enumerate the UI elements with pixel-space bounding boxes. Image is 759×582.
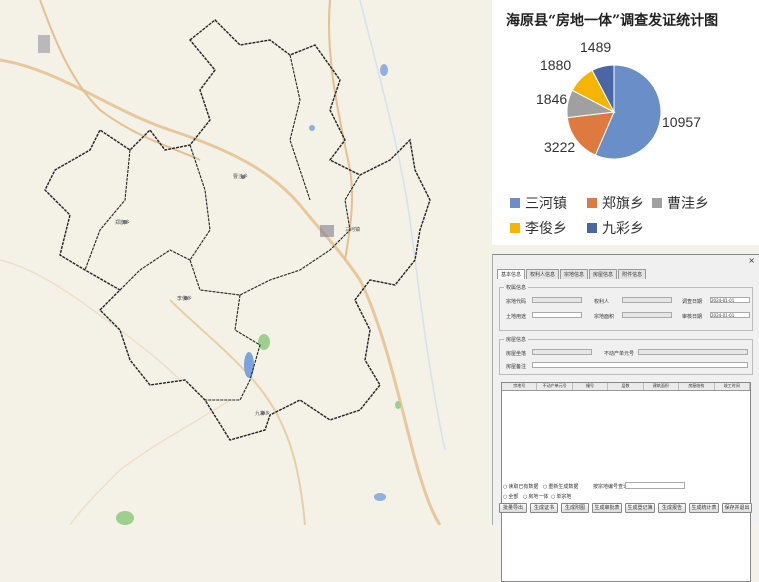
radio-regenerate[interactable]: 重新生成数据 (543, 483, 578, 490)
column-header: 不动产单元号 (537, 383, 573, 390)
column-header: 房屋结构 (679, 383, 715, 390)
legend-swatch (652, 198, 662, 208)
legend-label: 九彩乡 (602, 221, 644, 237)
legend-item: 三河镇 (510, 193, 567, 213)
field-label: 权利人 (594, 299, 610, 305)
field-label: 房屋坐落 (506, 351, 527, 357)
parcel-code-input[interactable] (532, 297, 582, 303)
field-label: 宗地面积 (594, 314, 615, 320)
tab-attachment[interactable]: 附件信息 (618, 269, 647, 279)
field-label: 调查日期 (682, 299, 703, 305)
radio-read-existing[interactable]: 读取已有数据 (503, 483, 538, 490)
column-header: 层数 (608, 383, 644, 390)
stats-button[interactable]: 生成统计表 (689, 503, 719, 513)
legend-item: 郑旗乡 (587, 193, 644, 213)
chart-panel: 海原县“房地一体”调查发证统计图 10957 3222 1846 1880 1489 三… (492, 0, 759, 245)
house-remark-input[interactable] (532, 362, 748, 368)
data-label: 1489 (580, 39, 611, 55)
field-label: 不动产单元号 (604, 351, 635, 357)
legend-label: 李俊乡 (525, 221, 567, 237)
legend-swatch (587, 198, 597, 208)
dialog-tabs: 基本信息 权利人信息 宗地信息 房屋信息 附件信息 (497, 269, 647, 279)
radio-integrated[interactable]: 房地一体 (523, 493, 548, 500)
map-label: 九彩乡 (255, 410, 270, 417)
legend-item: 李俊乡 (510, 218, 567, 238)
map-label: 曹洼乡 (233, 173, 248, 180)
column-header: 竣工时间 (715, 383, 750, 390)
column-header: 幢号 (573, 383, 609, 390)
field-label: 土地用途 (506, 314, 527, 320)
house-location-input[interactable] (532, 349, 592, 355)
register-button[interactable]: 生成登记簿 (625, 503, 655, 513)
legend-swatch (587, 223, 597, 233)
group-label: 权属信息 (504, 284, 529, 291)
close-icon[interactable]: × (748, 256, 755, 265)
field-label: 房屋备注 (506, 364, 527, 370)
data-dialog: × 基本信息 权利人信息 宗地信息 房屋信息 附件信息 权属信息 宗地代码 权利… (492, 254, 759, 582)
tab-house[interactable]: 房屋信息 (589, 269, 618, 279)
grid-header: 宗地号 不动产单元号 幢号 层数 建筑面积 房屋结构 竣工时间 (502, 383, 750, 391)
land-use-select[interactable] (532, 312, 582, 318)
parcel-area-input[interactable] (622, 312, 672, 318)
field-label: 审核日期 (682, 314, 703, 320)
map-label: 三河镇 (345, 226, 360, 233)
unit-number-input[interactable] (638, 349, 748, 355)
approval-button[interactable]: 生成审批表 (592, 503, 622, 513)
map-label: 郑旗乡 (115, 219, 130, 226)
export-button[interactable]: 批量导出 (499, 503, 527, 513)
search-label: 按宗地编号查询 (593, 484, 629, 490)
legend-item: 曹洼乡 (652, 193, 709, 213)
legend-label: 郑旗乡 (602, 196, 644, 212)
save-exit-button[interactable]: 保存并退出 (722, 503, 752, 513)
tab-owner[interactable]: 权利人信息 (526, 269, 560, 279)
legend-item: 九彩乡 (587, 218, 644, 238)
legend-swatch (510, 198, 520, 208)
house-group: 房屋信息 房屋坐落 不动产单元号 房屋备注 (499, 336, 753, 375)
data-label: 1846 (536, 91, 567, 107)
search-input[interactable] (625, 482, 685, 489)
tab-basic[interactable]: 基本信息 (497, 269, 526, 279)
owner-input[interactable] (622, 297, 672, 303)
radio-single-parcel[interactable]: 单宗地 (551, 493, 571, 500)
field-label: 宗地代码 (506, 299, 527, 305)
data-label: 10957 (662, 114, 701, 130)
report-button[interactable]: 生成报告 (658, 503, 686, 513)
tab-parcel[interactable]: 宗地信息 (560, 269, 589, 279)
legend-label: 曹洼乡 (667, 196, 709, 212)
data-label: 3222 (544, 139, 575, 155)
ownership-group: 权属信息 宗地代码 权利人 调查日期 2024-01-01 土地用途 宗地面积 … (499, 284, 753, 331)
column-header: 宗地号 (502, 383, 538, 390)
county-map[interactable]: 三河镇 郑旗乡 曹洼乡 李俊乡 九彩乡 (0, 0, 492, 525)
survey-date-input[interactable]: 2024-01-01 (710, 297, 750, 303)
legend-swatch (510, 223, 520, 233)
certificate-button[interactable]: 生成证书 (530, 503, 558, 513)
map-label: 李俊乡 (177, 295, 192, 302)
review-date-input[interactable]: 2024-01-01 (710, 312, 750, 318)
plot-button[interactable]: 生成附图 (561, 503, 589, 513)
data-label: 1880 (540, 57, 571, 73)
group-label: 房屋信息 (504, 336, 529, 343)
radio-all[interactable]: 全部 (503, 493, 518, 500)
column-header: 建筑面积 (644, 383, 680, 390)
legend-label: 三河镇 (525, 196, 567, 212)
